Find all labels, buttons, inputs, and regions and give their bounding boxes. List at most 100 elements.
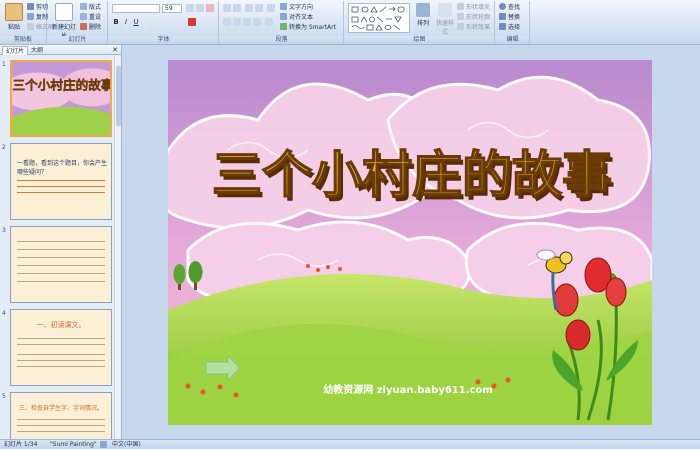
clear-format-icon[interactable] (206, 4, 214, 12)
slide-thumbnail-5[interactable]: 三、检查自学生字、字词情况。 (10, 392, 112, 439)
increase-indent-icon[interactable] (255, 4, 263, 12)
slide-thumbnail-2[interactable]: 一看题，看到这个题目，你会产生哪些疑问？ (10, 143, 112, 220)
slide-number: 4 (2, 310, 6, 317)
slide-2-title: 一看题，看到这个题目，你会产生哪些疑问？ (17, 160, 108, 176)
spellcheck-icon[interactable] (100, 441, 107, 448)
new-slide-button[interactable]: 新建幻灯片 (50, 3, 78, 40)
copy-button[interactable]: 复制 (27, 13, 48, 22)
shapes-gallery[interactable] (348, 3, 410, 33)
slide-1-preview: 三个小村庄的故事 (12, 62, 112, 135)
drawing-group: 排列 快速样式 形状填充 形状轮廓 形状效果 绘图 (345, 1, 495, 44)
align-text-button[interactable]: 对齐文本 (280, 13, 313, 22)
strikethrough-icon[interactable] (142, 18, 150, 26)
ribbon: 粘贴 剪切 复制 格式刷 剪贴板 新建幻灯片 版式 重设 删除 幻灯片 59 B… (0, 0, 700, 45)
find-icon (499, 3, 506, 10)
slide-title: 三个小村庄的故事 (212, 146, 612, 204)
outline-icon (457, 13, 464, 20)
reset-icon (80, 13, 87, 20)
title-wordart: 三个小村庄的故事 三个小村庄的故事 (211, 145, 615, 208)
bold-icon[interactable]: B (112, 18, 120, 26)
slide-thumbnail-3[interactable] (10, 226, 112, 303)
editing-group-label: 编辑 (496, 36, 529, 44)
slide-thumbnail-4[interactable]: 一、初读课文。 (10, 309, 112, 386)
clipboard-group-label: 剪贴板 (0, 36, 46, 44)
align-center-icon[interactable] (233, 18, 241, 26)
tab-outline[interactable]: 大纲 (28, 46, 46, 55)
language-indicator[interactable]: 中文(中国) (112, 440, 141, 449)
slide-number: 1 (2, 61, 6, 68)
font-group-label: 字体 (109, 36, 218, 44)
underline-icon[interactable]: U (132, 18, 140, 26)
brush-icon (27, 23, 34, 30)
slide-counter: 幻灯片 1/34 (4, 441, 38, 448)
status-bar: 幻灯片 1/34 "Sumi Painting" 中文(中国) (0, 439, 700, 449)
cut-button[interactable]: 剪切 (27, 3, 48, 12)
slide-4-title: 一、初读课文。 (36, 321, 86, 329)
justify-icon[interactable] (253, 18, 261, 26)
grow-font-icon[interactable] (186, 4, 194, 12)
arrange-button[interactable]: 排列 (412, 3, 434, 27)
slide-canvas: 三个小村庄的故事 三个小村庄的故事 幼教资源网 ziyuan.baby611.c… (168, 60, 652, 425)
current-slide[interactable]: 三个小村庄的故事 三个小村庄的故事 幼教资源网 ziyuan.baby611.c… (168, 60, 652, 425)
slide-5-title: 三、检查自学生字、字词情况。 (18, 405, 103, 412)
layout-button[interactable]: 版式 (80, 3, 101, 12)
line-spacing-icon[interactable] (267, 4, 275, 12)
smartart-button[interactable]: 转换为 SmartArt (280, 23, 336, 32)
font-size-combo[interactable]: 59 (162, 4, 182, 13)
shape-effects-button[interactable]: 形状效果 (457, 23, 490, 32)
paste-button[interactable]: 粘贴 (1, 3, 27, 31)
slide-number: 5 (2, 393, 6, 400)
quick-styles-button[interactable]: 快速样式 (434, 3, 456, 36)
shape-fill-button[interactable]: 形状填充 (457, 3, 490, 12)
font-name-combo[interactable] (112, 4, 160, 13)
paste-icon (5, 3, 23, 21)
shapes-icon (351, 6, 405, 31)
arrange-icon (416, 3, 430, 17)
reset-button[interactable]: 重设 (80, 13, 101, 22)
thumbnail-list: 1 三个小村庄的故事 2 一看题，看到这个题目，你会产生哪些疑问？ 3 4 一、… (0, 56, 114, 439)
watermark-text: 幼教资源网 ziyuan.baby611.com (323, 383, 493, 396)
shrink-font-icon[interactable] (196, 4, 204, 12)
scrollbar-thumb[interactable] (116, 66, 121, 126)
slides-group: 新建幻灯片 版式 重设 删除 幻灯片 (48, 1, 108, 44)
copy-icon (27, 13, 34, 20)
slide-thumbnail-1[interactable]: 三个小村庄的故事 (10, 60, 112, 137)
font-group: 59 B I U 字体 (109, 1, 219, 44)
smartart-icon (280, 23, 287, 30)
layout-icon (80, 3, 87, 10)
columns-icon[interactable] (265, 18, 273, 26)
thumbnail-scrollbar[interactable] (114, 56, 121, 439)
fill-icon (457, 3, 464, 10)
find-button[interactable]: 查找 (499, 3, 520, 12)
align-text-icon (280, 13, 287, 20)
align-right-icon[interactable] (243, 18, 251, 26)
effects-icon (457, 23, 464, 30)
new-slide-icon (55, 3, 73, 21)
replace-button[interactable]: 替换 (499, 13, 520, 22)
pane-tabs: 幻灯片 大纲 ✕ (0, 45, 121, 55)
change-case-icon[interactable] (176, 18, 184, 26)
paragraph-group-label: 段落 (220, 36, 343, 44)
bullets-icon[interactable] (223, 4, 231, 12)
numbering-icon[interactable] (233, 4, 241, 12)
close-pane-icon[interactable]: ✕ (112, 46, 118, 54)
svg-text:三个小村庄的故事: 三个小村庄的故事 (12, 77, 112, 92)
align-left-icon[interactable] (223, 18, 231, 26)
paragraph-group: 文字方向 对齐文本 转换为 SmartArt 段落 (220, 1, 344, 44)
replace-icon (499, 13, 506, 20)
slides-pane: 幻灯片 大纲 ✕ 1 三个小村庄的故事 2 一看题，看到这个题目，你会产生哪些疑… (0, 45, 122, 439)
char-spacing-icon[interactable] (164, 18, 172, 26)
drawing-group-label: 绘图 (345, 36, 494, 44)
slides-group-label: 幻灯片 (48, 36, 107, 44)
text-direction-button[interactable]: 文字方向 (280, 3, 313, 12)
select-button[interactable]: 选择 (499, 23, 520, 32)
italic-icon[interactable]: I (122, 18, 130, 26)
text-direction-icon (280, 3, 287, 10)
decrease-indent-icon[interactable] (245, 4, 253, 12)
shadow-icon[interactable] (152, 18, 160, 26)
delete-slide-button[interactable]: 删除 (80, 23, 101, 32)
font-color-icon[interactable] (188, 18, 196, 26)
clipboard-group: 粘贴 剪切 复制 格式刷 剪贴板 (0, 1, 54, 44)
tab-slides[interactable]: 幻灯片 (2, 46, 29, 55)
shape-outline-button[interactable]: 形状轮廓 (457, 13, 490, 22)
